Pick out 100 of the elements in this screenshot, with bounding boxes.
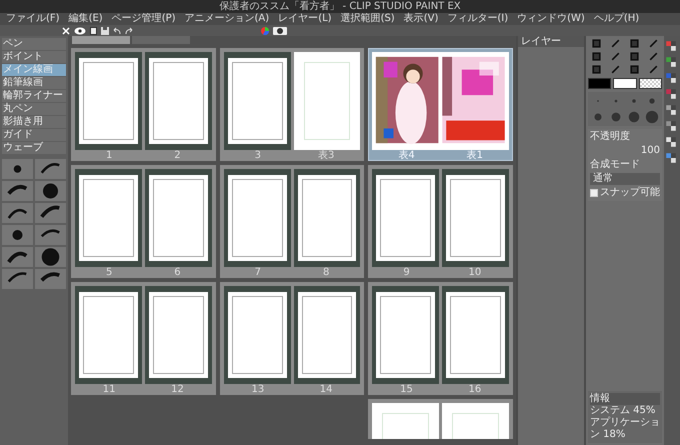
menu-item[interactable]: ヘルプ(H) bbox=[594, 13, 640, 25]
subtool-item[interactable]: 鉛筆線画 bbox=[2, 77, 66, 89]
page-number: 14 bbox=[318, 384, 334, 395]
page-number: 12 bbox=[170, 384, 185, 395]
page-thumbnail[interactable] bbox=[442, 286, 510, 384]
page-spread[interactable]: 13 14 bbox=[220, 282, 364, 395]
window-title: 保護者のススム「看方者」 - CLIP STUDIO PAINT EX bbox=[219, 0, 461, 12]
menu-item[interactable]: フィルター(I) bbox=[447, 13, 508, 25]
subtool-item[interactable]: ペン bbox=[2, 38, 66, 50]
palette-icon[interactable] bbox=[665, 88, 677, 100]
page-number: 10 bbox=[467, 267, 482, 278]
page-number: 1 bbox=[104, 150, 114, 161]
blend-mode-label: 合成モード bbox=[590, 159, 641, 171]
new-page-icon[interactable] bbox=[90, 26, 97, 34]
palette-icon[interactable] bbox=[665, 104, 677, 116]
brush-preset-icon[interactable] bbox=[2, 159, 33, 179]
subtool-item[interactable]: 影描き用 bbox=[2, 116, 66, 128]
page-thumbnail[interactable] bbox=[75, 286, 142, 384]
menu-item[interactable]: アニメーション(A) bbox=[184, 13, 270, 25]
page-spread[interactable]: 1 2 bbox=[71, 48, 216, 161]
page-spread[interactable]: 表4 表1 bbox=[368, 48, 513, 161]
subtool-item[interactable]: ボイント bbox=[2, 51, 66, 63]
undo-icon[interactable] bbox=[113, 26, 121, 34]
palette-icon[interactable] bbox=[665, 136, 677, 148]
menu-item[interactable]: 表示(V) bbox=[404, 13, 438, 25]
brush-preset-icon[interactable] bbox=[2, 181, 33, 201]
brush-preset-icon[interactable] bbox=[2, 225, 33, 245]
opacity-label: 不透明度 bbox=[590, 131, 631, 143]
palette-icon[interactable] bbox=[665, 72, 677, 84]
page-spread[interactable]: 7 8 bbox=[220, 165, 364, 278]
menu-item[interactable]: 選択範囲(S) bbox=[340, 13, 395, 25]
page-thumbnail[interactable] bbox=[144, 286, 212, 384]
panel-title: レイヤー bbox=[521, 36, 561, 47]
brush-preset-icon[interactable] bbox=[2, 203, 33, 223]
page-thumbnail[interactable] bbox=[294, 286, 360, 384]
brush-size-icon[interactable] bbox=[626, 110, 642, 124]
brush-size-icon[interactable] bbox=[644, 110, 660, 124]
subtool-item[interactable]: ガイド bbox=[2, 129, 66, 141]
page-thumbnail[interactable] bbox=[224, 52, 290, 150]
opacity-value: 100 bbox=[640, 145, 660, 157]
brush-preset-icon[interactable] bbox=[35, 159, 66, 179]
page-thumbnail[interactable] bbox=[372, 286, 440, 384]
brush-preset-icon[interactable] bbox=[35, 269, 66, 289]
brush-preset-icon[interactable] bbox=[35, 247, 66, 267]
color-wheel-icon[interactable] bbox=[261, 26, 269, 34]
transparent-color-swatch[interactable] bbox=[638, 78, 662, 89]
page-thumbnail[interactable] bbox=[75, 52, 142, 150]
main-color-swatch[interactable] bbox=[588, 78, 612, 89]
page-number: 6 bbox=[173, 267, 182, 278]
memory-usage-text: システム 45% アプリケーション 18% bbox=[590, 405, 660, 441]
page-thumbnail[interactable] bbox=[144, 52, 212, 150]
page-spread[interactable]: 11 12 bbox=[71, 282, 216, 395]
page-thumbnail[interactable] bbox=[294, 169, 360, 267]
menu-item[interactable]: ページ管理(P) bbox=[112, 13, 176, 25]
blend-mode-dropdown[interactable]: 通常 bbox=[590, 173, 660, 185]
page-number: 2 bbox=[173, 150, 182, 161]
page-number: 13 bbox=[250, 384, 266, 395]
page-number: 7 bbox=[254, 267, 262, 278]
page-thumbnail[interactable] bbox=[144, 169, 212, 267]
page-thumbnail[interactable] bbox=[224, 169, 290, 267]
help-icon[interactable] bbox=[273, 26, 287, 34]
palette-icon[interactable] bbox=[665, 40, 677, 52]
page-thumbnail[interactable] bbox=[442, 169, 510, 267]
menu-item[interactable]: レイヤー(L) bbox=[278, 13, 332, 25]
page-number: 表3 bbox=[316, 150, 336, 161]
panel-title: 情報 bbox=[590, 393, 660, 405]
close-icon[interactable] bbox=[62, 26, 70, 34]
palette-icon[interactable] bbox=[665, 152, 677, 164]
save-icon[interactable] bbox=[101, 26, 109, 34]
menu-item[interactable]: 編集(E) bbox=[68, 13, 103, 25]
page-spread[interactable]: 9 10 bbox=[368, 165, 513, 278]
snap-checkbox[interactable]: スナップ可能 bbox=[590, 187, 660, 199]
page-number: 8 bbox=[322, 267, 330, 278]
brush-preset-icon[interactable] bbox=[35, 181, 66, 201]
page-number: 16 bbox=[467, 384, 482, 395]
page-thumbnail[interactable] bbox=[75, 169, 142, 267]
subtool-item[interactable]: 輪郭ライナー bbox=[2, 90, 66, 102]
menu-item[interactable]: ウィンドウ(W) bbox=[517, 13, 585, 25]
page-number: 5 bbox=[104, 267, 114, 278]
page-thumbnail[interactable] bbox=[224, 286, 290, 384]
page-spread[interactable]: 3 表3 bbox=[220, 48, 364, 161]
subtool-item[interactable]: 丸ペン bbox=[2, 103, 66, 115]
redo-icon[interactable] bbox=[125, 26, 133, 34]
page-spread[interactable]: 15 16 bbox=[368, 282, 513, 395]
page-number: 9 bbox=[402, 267, 411, 278]
brush-preset-icon[interactable] bbox=[35, 203, 66, 223]
sub-color-swatch[interactable] bbox=[613, 78, 637, 89]
brush-preset-icon[interactable] bbox=[35, 225, 66, 245]
page-thumbnail[interactable] bbox=[294, 52, 360, 150]
page-spread[interactable] bbox=[368, 399, 513, 439]
palette-icon[interactable] bbox=[665, 120, 677, 132]
page-spread[interactable]: 5 6 bbox=[71, 165, 216, 278]
subtool-item[interactable]: ウェーブ bbox=[2, 142, 66, 154]
brush-preset-icon[interactable] bbox=[2, 247, 33, 267]
page-number: 11 bbox=[102, 384, 117, 395]
menu-item[interactable]: ファイル(F) bbox=[6, 13, 60, 25]
palette-icon[interactable] bbox=[665, 56, 677, 68]
page-thumbnail[interactable] bbox=[372, 169, 440, 267]
eye-icon[interactable] bbox=[74, 26, 86, 34]
brush-preset-icon[interactable] bbox=[2, 269, 33, 289]
